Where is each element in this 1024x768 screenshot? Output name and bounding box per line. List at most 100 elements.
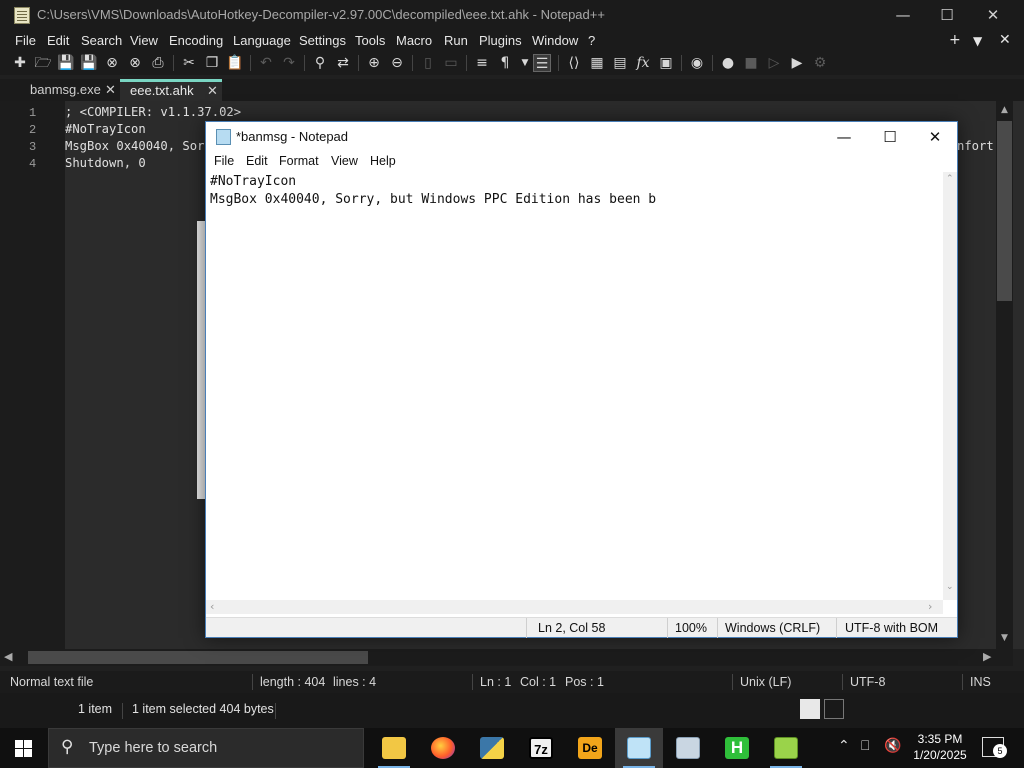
word-wrap-icon[interactable]: ≡ bbox=[473, 54, 491, 72]
notepad-title-bar[interactable]: *banmsg - Notepad — ☐ ✕ bbox=[206, 122, 957, 152]
notepad-horizontal-scrollbar[interactable]: ‹ › bbox=[206, 600, 943, 614]
scroll-down-arrow-icon[interactable]: ⌄ bbox=[946, 582, 954, 592]
copy-icon[interactable]: ❐ bbox=[203, 54, 221, 72]
notepad-menu-view[interactable]: View bbox=[331, 154, 358, 168]
dropdown-arrow-icon[interactable]: ▼ bbox=[516, 54, 534, 72]
close-icon[interactable]: ✕ bbox=[207, 82, 218, 100]
horizontal-scrollbar[interactable]: ◀ ▶ bbox=[0, 649, 1013, 666]
notepad-menu-edit[interactable]: Edit bbox=[246, 154, 268, 168]
volume-muted-icon[interactable]: 🔇 bbox=[884, 738, 901, 754]
undo-icon[interactable]: ↶ bbox=[257, 54, 275, 72]
npp-menu-language[interactable]: Language bbox=[233, 33, 291, 48]
npp-menu-tools[interactable]: Tools bbox=[355, 33, 385, 48]
status-encoding[interactable]: UTF-8 bbox=[850, 675, 885, 689]
npp-menu-file[interactable]: File bbox=[15, 33, 36, 48]
taskbar-file-explorer[interactable] bbox=[370, 728, 418, 768]
taskbar-search-box[interactable]: ⚲ Type here to search bbox=[48, 728, 364, 768]
scroll-left-arrow-icon[interactable]: ◀ bbox=[4, 650, 12, 663]
notepad-menu-help[interactable]: Help bbox=[370, 154, 396, 168]
document-list-icon[interactable]: ▤ bbox=[611, 54, 629, 72]
paste-icon[interactable]: 📋 bbox=[226, 54, 244, 72]
notepad-minimize-button[interactable]: — bbox=[821, 122, 867, 152]
zoom-out-icon[interactable]: ⊖ bbox=[388, 54, 406, 72]
start-button[interactable] bbox=[0, 728, 48, 768]
npp-menu-run[interactable]: Run bbox=[444, 33, 468, 48]
taskbar-notepad-plus-plus[interactable] bbox=[762, 728, 810, 768]
notepad-menu-file[interactable]: File bbox=[214, 154, 234, 168]
tab-eee-txt-ahk[interactable]: eee.txt.ahk ✕ bbox=[120, 79, 222, 101]
save-all-icon[interactable]: 💾 bbox=[80, 54, 98, 72]
print-icon[interactable]: ⎙ bbox=[149, 54, 167, 72]
npp-menu-view[interactable]: View bbox=[130, 33, 158, 48]
scroll-up-arrow-icon[interactable]: ⌃ bbox=[946, 174, 954, 184]
npp-close-button[interactable]: ✕ bbox=[970, 0, 1016, 31]
scroll-up-arrow-icon[interactable]: ▲ bbox=[1001, 105, 1008, 115]
npp-menu-plugins[interactable]: Plugins bbox=[479, 33, 522, 48]
npp-close-doc-button[interactable]: ✕ bbox=[999, 32, 1011, 48]
save-macro-icon[interactable]: ⚙ bbox=[811, 54, 829, 72]
scroll-right-arrow-icon[interactable]: › bbox=[928, 600, 932, 613]
folder-workspace-icon[interactable]: ▣ bbox=[657, 54, 675, 72]
vertical-scroll-thumb[interactable] bbox=[997, 121, 1012, 301]
npp-menu-encoding[interactable]: Encoding bbox=[169, 33, 223, 48]
run-macro-multiple-icon[interactable]: ▶ bbox=[788, 54, 806, 72]
new-file-icon[interactable]: ✚ bbox=[11, 54, 29, 72]
indent-guide-icon[interactable]: ☰ bbox=[533, 54, 551, 72]
details-view-icon[interactable] bbox=[800, 699, 820, 719]
scroll-down-arrow-icon[interactable]: ▼ bbox=[1001, 633, 1008, 643]
open-folder-icon[interactable]: 🗁 bbox=[34, 54, 52, 72]
close-file-icon[interactable]: ⊗ bbox=[103, 54, 121, 72]
record-macro-icon[interactable]: ● bbox=[719, 54, 737, 72]
npp-add-tab-button[interactable]: + bbox=[949, 32, 961, 48]
close-all-icon[interactable]: ⊗ bbox=[126, 54, 144, 72]
tab-banmsg-exe[interactable]: banmsg.exe ✕ bbox=[20, 79, 120, 101]
npp-menu-settings[interactable]: Settings bbox=[299, 33, 346, 48]
horizontal-scroll-thumb[interactable] bbox=[28, 651, 368, 664]
cut-icon[interactable]: ✂ bbox=[180, 54, 198, 72]
document-map-icon[interactable]: ▦ bbox=[588, 54, 606, 72]
taskbar-notepad[interactable] bbox=[615, 728, 663, 768]
notepad-text-area[interactable]: #NoTrayIcon MsgBox 0x40040, Sorry, but W… bbox=[206, 172, 943, 600]
npp-menu-help[interactable]: ? bbox=[588, 33, 595, 48]
status-eol[interactable]: Unix (LF) bbox=[740, 675, 791, 689]
taskbar-system-config[interactable] bbox=[664, 728, 712, 768]
close-icon[interactable]: ✕ bbox=[105, 79, 116, 101]
scroll-left-arrow-icon[interactable]: ‹ bbox=[210, 600, 214, 613]
large-icons-view-icon[interactable] bbox=[824, 699, 844, 719]
taskbar-decompiler[interactable]: De bbox=[566, 728, 614, 768]
find-icon[interactable]: ⚲ bbox=[311, 54, 329, 72]
status-insert-mode[interactable]: INS bbox=[970, 675, 991, 689]
show-all-characters-icon[interactable]: ¶ bbox=[496, 54, 514, 72]
system-clock[interactable]: 3:35 PM 1/20/2025 bbox=[908, 731, 972, 763]
save-icon[interactable]: 💾 bbox=[57, 54, 75, 72]
npp-minimize-button[interactable]: — bbox=[880, 0, 926, 31]
show-hidden-icons-icon[interactable]: ⌃ bbox=[838, 738, 850, 754]
notepad-close-button[interactable]: ✕ bbox=[912, 122, 958, 152]
npp-menu-window[interactable]: Window bbox=[532, 33, 578, 48]
replace-icon[interactable]: ⇄ bbox=[334, 54, 352, 72]
play-macro-icon[interactable]: ▷ bbox=[765, 54, 783, 72]
sync-horizontal-icon[interactable]: ▭ bbox=[442, 54, 460, 72]
npp-menu-edit[interactable]: Edit bbox=[47, 33, 69, 48]
network-icon[interactable]: ⎕ bbox=[861, 738, 869, 754]
npp-maximize-button[interactable]: ☐ bbox=[924, 0, 970, 31]
vertical-scrollbar[interactable]: ▲ ▼ bbox=[996, 101, 1013, 649]
function-list-icon[interactable]: fx bbox=[634, 54, 652, 72]
monitoring-icon[interactable]: ◉ bbox=[688, 54, 706, 72]
stop-macro-icon[interactable]: ■ bbox=[742, 54, 760, 72]
redo-icon[interactable]: ↷ bbox=[280, 54, 298, 72]
npp-menu-search[interactable]: Search bbox=[81, 33, 122, 48]
scroll-right-arrow-icon[interactable]: ▶ bbox=[983, 650, 991, 663]
taskbar-firefox[interactable] bbox=[419, 728, 467, 768]
notepad-menu-format[interactable]: Format bbox=[279, 154, 319, 168]
notification-center-icon[interactable]: 5 bbox=[982, 737, 1007, 758]
zoom-in-icon[interactable]: ⊕ bbox=[365, 54, 383, 72]
taskbar-7zip[interactable]: 7z bbox=[517, 728, 565, 768]
xml-tags-icon[interactable]: ⟨⟩ bbox=[565, 54, 583, 72]
sync-vertical-icon[interactable]: ▯ bbox=[419, 54, 437, 72]
taskbar-python[interactable] bbox=[468, 728, 516, 768]
notepad-maximize-button[interactable]: ☐ bbox=[867, 122, 913, 152]
npp-tab-list-button[interactable]: ▼ bbox=[973, 34, 982, 48]
notepad-vertical-scrollbar[interactable]: ⌃ ⌄ bbox=[943, 172, 957, 600]
taskbar-hex-editor[interactable]: H bbox=[713, 728, 761, 768]
